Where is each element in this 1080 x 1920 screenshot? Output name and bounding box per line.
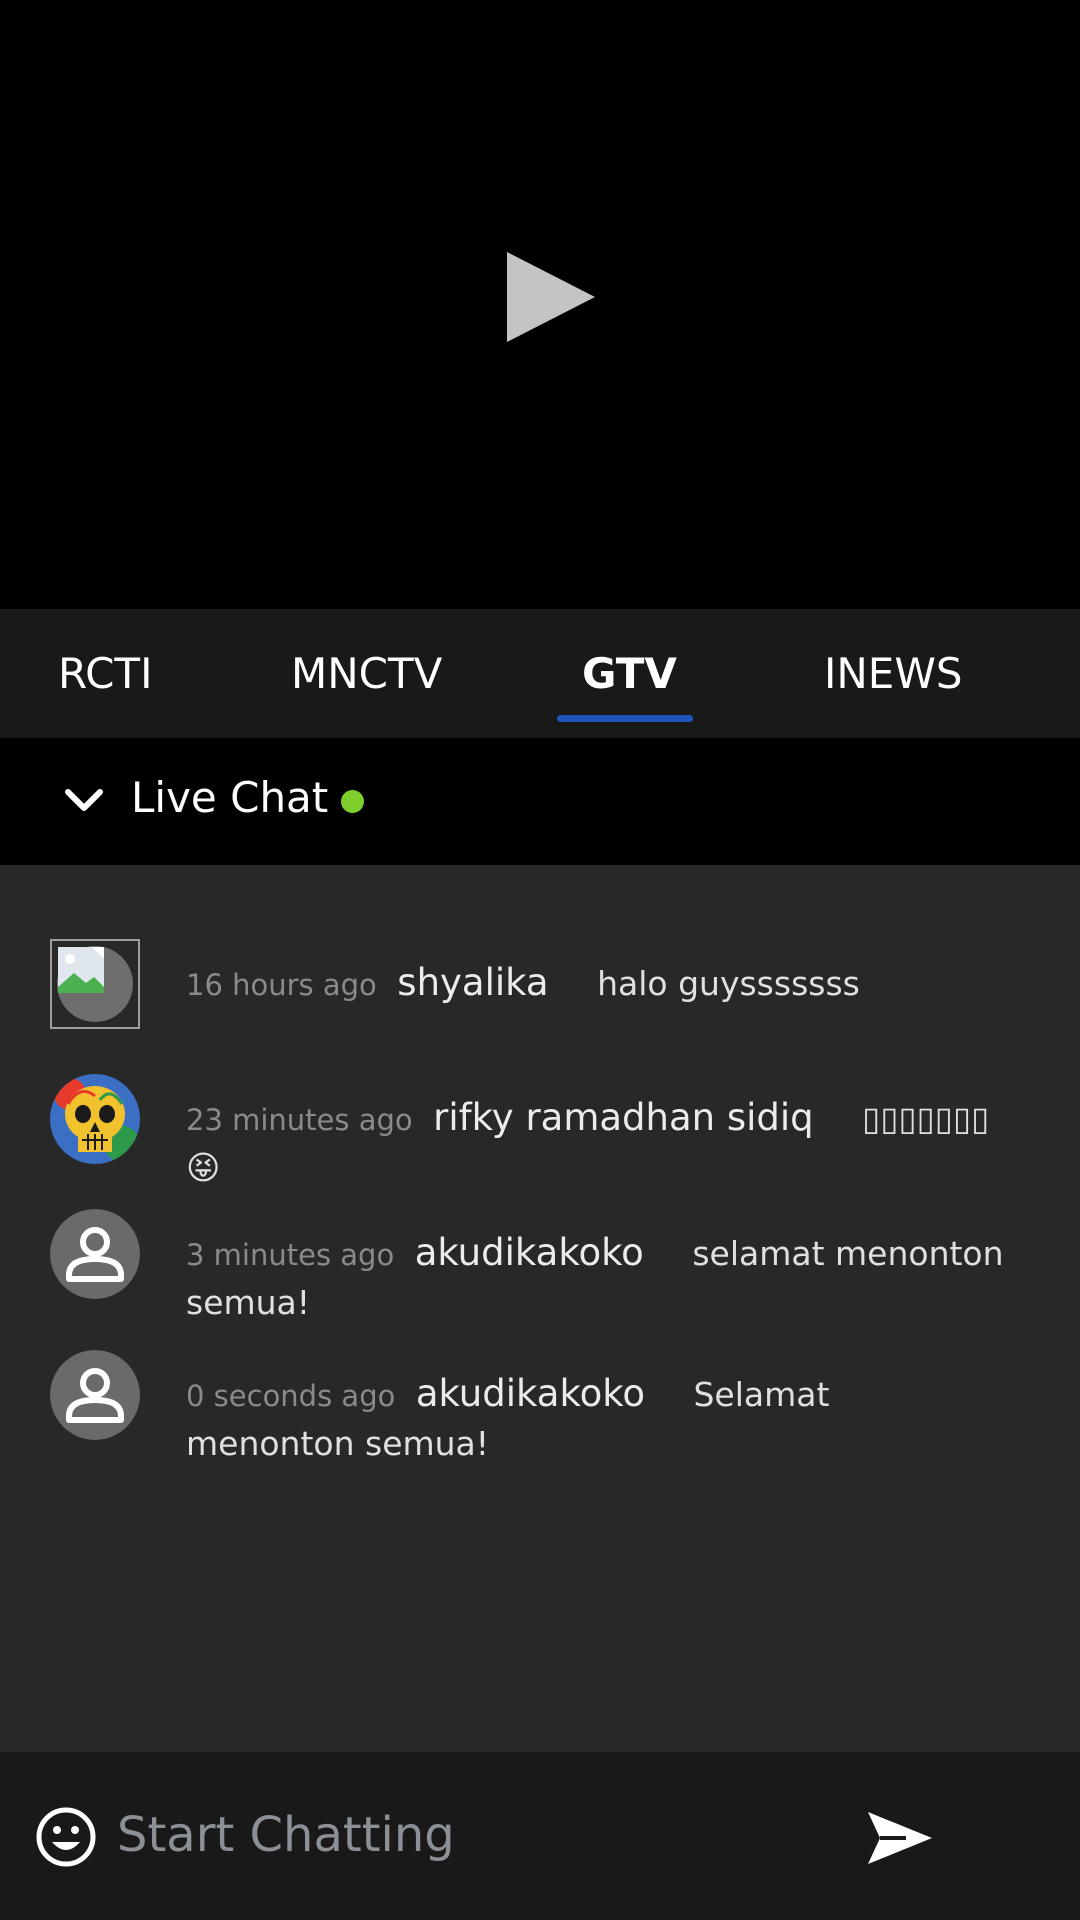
message-time: 23 minutes ago [186, 1103, 413, 1137]
emoji-icon[interactable] [35, 1806, 97, 1868]
chat-message-list[interactable]: 16 hours ago shyalika halo guysssssss 23… [0, 865, 1080, 1752]
chat-message-text: 16 hours ago shyalika halo guysssssss [186, 959, 1006, 1009]
chat-message-text: 23 minutes ago rifky ramadhan sidiq ▯▯▯▯… [186, 1094, 1006, 1191]
tab-rcti[interactable]: RCTI [58, 609, 152, 738]
message-time: 3 minutes ago [186, 1238, 395, 1272]
tab-inews[interactable]: INEWS [824, 609, 963, 738]
send-icon[interactable] [866, 1808, 934, 1868]
message-username[interactable]: akudikakoko [416, 1372, 645, 1415]
broken-image-icon [50, 939, 140, 1029]
chat-message-text: 0 seconds ago akudikakoko Selamat menont… [186, 1370, 1006, 1467]
chevron-down-icon[interactable] [62, 778, 106, 822]
chat-input[interactable] [117, 1800, 817, 1870]
message-time: 16 hours ago [186, 968, 377, 1002]
message-username[interactable]: akudikakoko [415, 1231, 644, 1274]
message-username[interactable]: rifky ramadhan sidiq [433, 1096, 814, 1139]
person-icon [50, 1350, 140, 1440]
video-player[interactable] [0, 0, 1080, 609]
live-chat-title: Live Chat [131, 773, 329, 822]
person-icon [50, 1209, 140, 1299]
channel-tabs: RCTI MNCTV GTV INEWS [0, 609, 1080, 738]
live-status-dot [341, 790, 364, 813]
chat-message-text: 3 minutes ago akudikakoko selamat menont… [186, 1229, 1006, 1326]
skull-art-avatar [50, 1074, 140, 1164]
message-body: halo guysssssss [597, 964, 860, 1003]
play-icon[interactable] [507, 252, 597, 342]
message-username[interactable]: shyalika [397, 961, 548, 1004]
tab-mnctv[interactable]: MNCTV [291, 609, 442, 738]
active-tab-indicator [557, 715, 693, 722]
message-time: 0 seconds ago [186, 1379, 396, 1413]
